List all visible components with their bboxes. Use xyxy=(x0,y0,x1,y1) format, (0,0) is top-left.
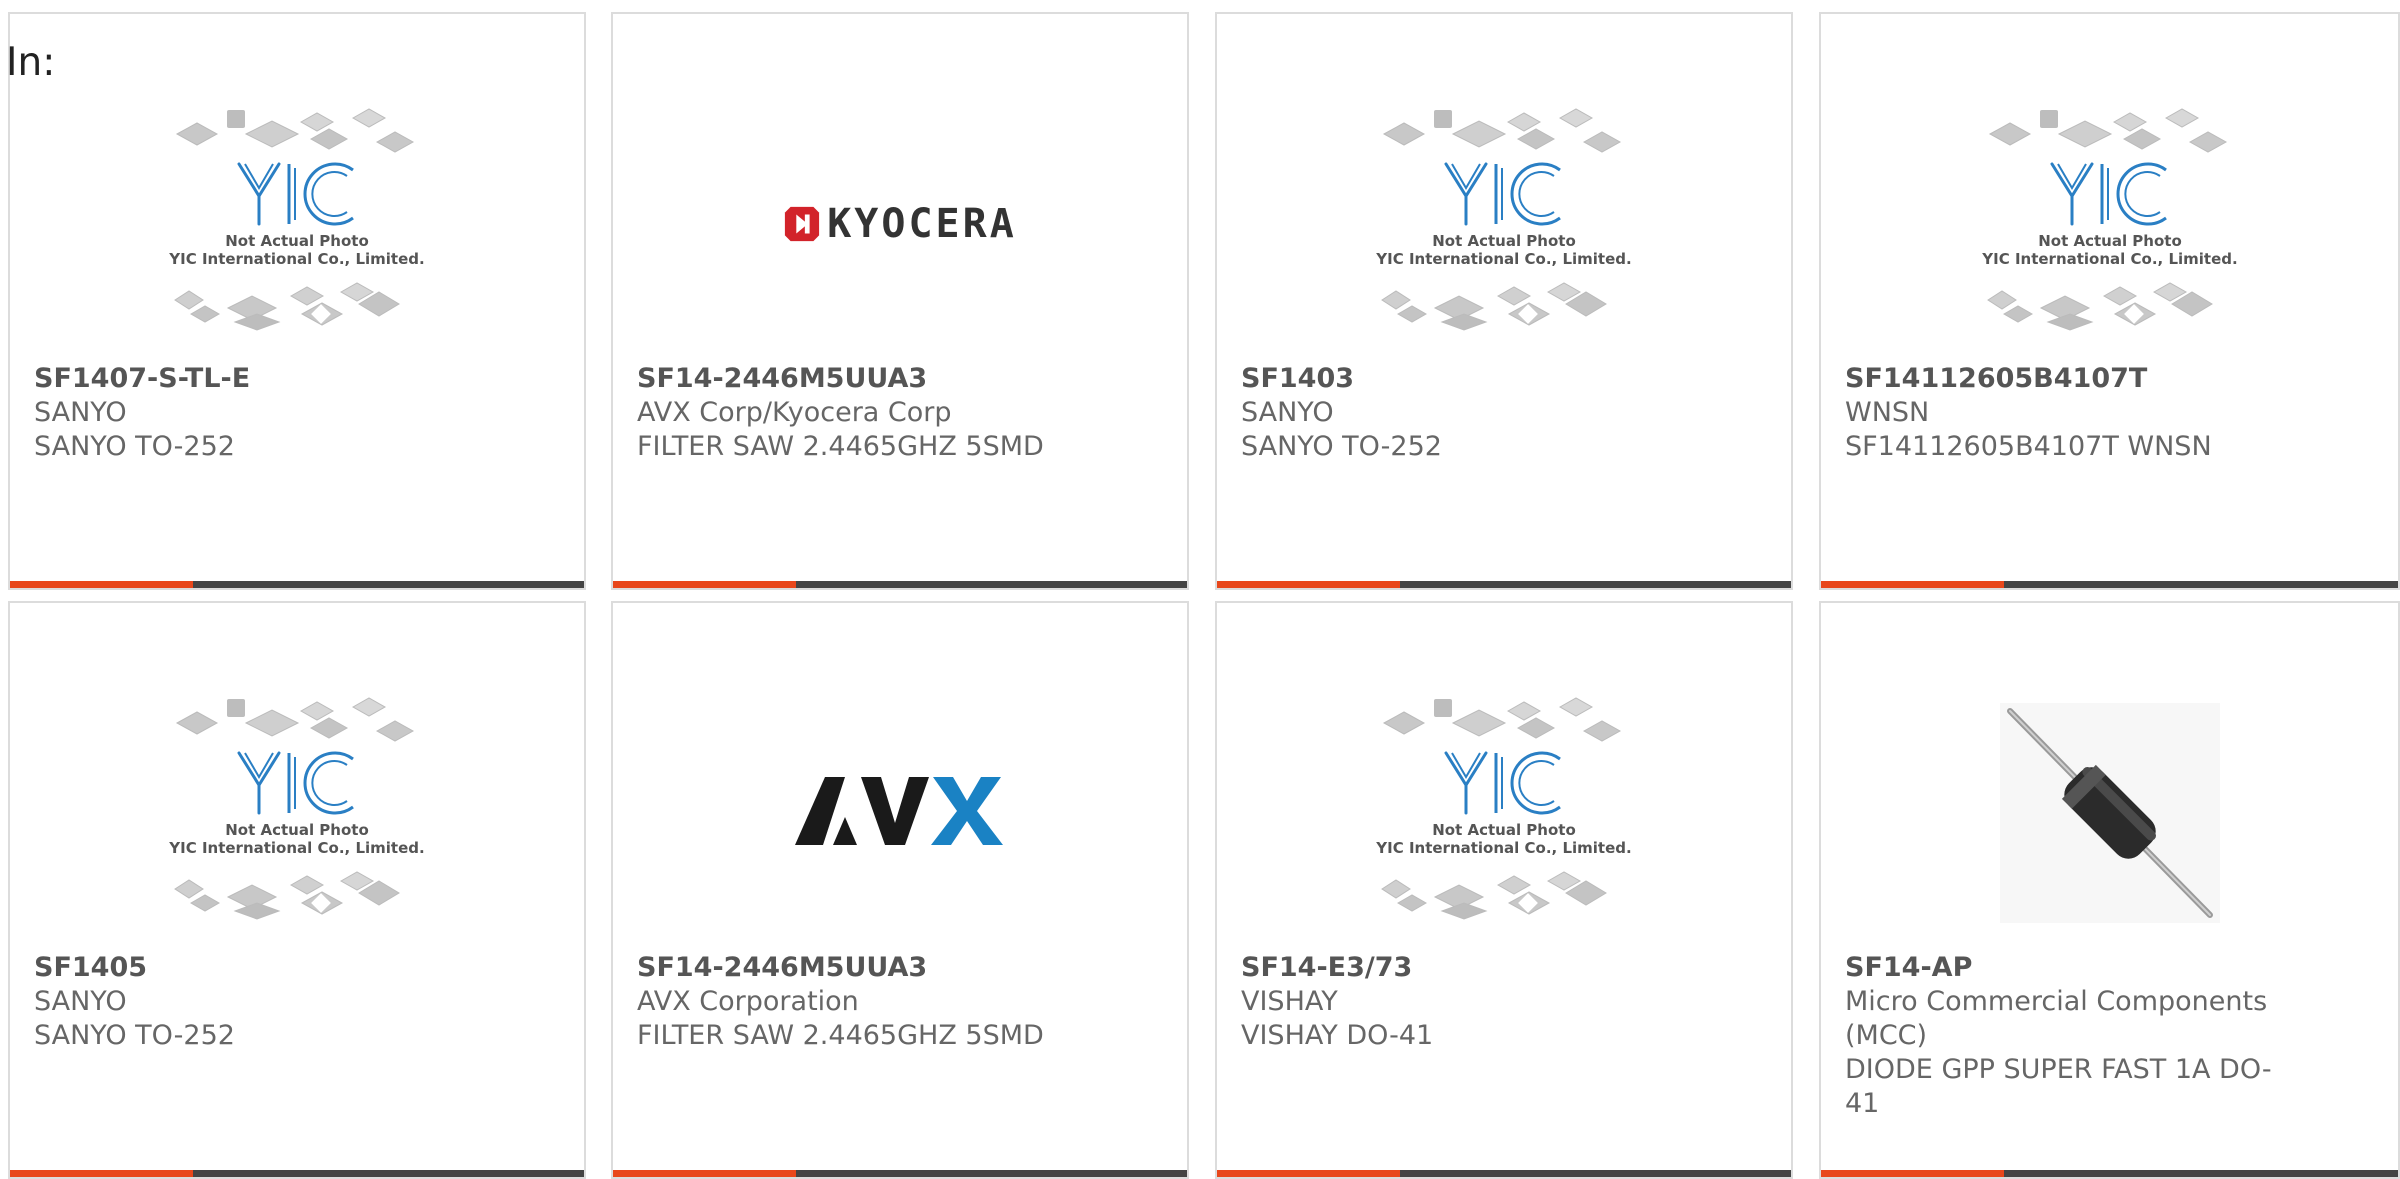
description: SANYO TO-252 xyxy=(1241,431,1442,462)
card-footer-bar xyxy=(1217,581,1791,588)
yic-placeholder-image: Not Actual PhotoYIC International Co., L… xyxy=(1375,108,1632,331)
product-card[interactable]: SF14-AP Micro Commercial Components (MCC… xyxy=(1819,601,2400,1179)
product-image: KYOCERA xyxy=(613,84,1187,364)
product-card[interactable]: KYOCERA SF14-2446M5UUA3 AVX Corp/Kyocera… xyxy=(611,12,1189,590)
svg-text:YIC International Co., Limited: YIC International Co., Limited. xyxy=(1375,250,1631,268)
product-image: Not Actual Photo YIC International Co., L… xyxy=(1217,673,1791,953)
yic-placeholder-image: Not Actual PhotoYIC International Co., L… xyxy=(168,697,425,920)
description: FILTER SAW 2.4465GHZ 5SMD xyxy=(637,431,1044,462)
svg-text:YIC International Co., Limited: YIC International Co., Limited. xyxy=(168,839,424,857)
avx-logo xyxy=(795,777,1003,845)
product-card[interactable]: Not Actual Photo YIC International Co., L… xyxy=(8,601,586,1179)
description: VISHAY DO-41 xyxy=(1241,1020,1434,1051)
manufacturer: AVX Corporation xyxy=(637,986,859,1017)
description: FILTER SAW 2.4465GHZ 5SMD xyxy=(637,1020,1044,1051)
card-footer-bar xyxy=(1217,1170,1791,1177)
manufacturer: Micro Commercial Components (MCC) xyxy=(1845,986,2268,1051)
product-card[interactable]: Not Actual Photo YIC International Co., L… xyxy=(1215,12,1793,590)
manufacturer: SANYO xyxy=(34,397,127,428)
svg-text:Not Actual Photo: Not Actual Photo xyxy=(225,821,369,839)
product-card[interactable]: Not Actual Photo YIC International Co., L… xyxy=(8,12,586,590)
part-number[interactable]: SF14-E3/73 xyxy=(1241,951,1681,985)
part-number[interactable]: SF14-2446M5UUA3 xyxy=(637,951,1077,985)
card-footer-bar xyxy=(10,581,584,588)
description: SANYO TO-252 xyxy=(34,431,235,462)
yic-placeholder-image: Not Actual PhotoYIC International Co., L… xyxy=(1981,108,2237,331)
manufacturer: WNSN xyxy=(1845,397,1930,428)
yic-placeholder-image: Not Actual PhotoYIC International Co., L… xyxy=(1375,697,1632,920)
card-footer-bar xyxy=(613,1170,1187,1177)
product-image: Not Actual Photo YIC International Co., L… xyxy=(1821,84,2398,364)
part-number[interactable]: SF1405 xyxy=(34,951,474,985)
product-image xyxy=(613,673,1187,953)
product-image: Not Actual Photo YIC International Co., L… xyxy=(10,673,584,953)
svg-text:Not Actual Photo: Not Actual Photo xyxy=(1432,232,1576,250)
product-card[interactable]: Not Actual Photo YIC International Co., L… xyxy=(1819,12,2400,590)
part-number[interactable]: SF1407-S-TL-E xyxy=(34,362,474,396)
filter-label: In: xyxy=(6,40,56,85)
kyocera-logo: KYOCERA xyxy=(783,201,1017,247)
manufacturer: SANYO xyxy=(1241,397,1334,428)
card-footer-bar xyxy=(1821,581,2398,588)
card-footer-bar xyxy=(613,581,1187,588)
svg-text:YIC International Co., Limited: YIC International Co., Limited. xyxy=(1981,250,2237,268)
svg-text:YIC International Co., Limited: YIC International Co., Limited. xyxy=(1375,839,1631,857)
description: DIODE GPP SUPER FAST 1A DO-41 xyxy=(1845,1054,2272,1119)
description: SF14112605B4107T WNSN xyxy=(1845,431,2212,462)
svg-text:YIC International Co., Limited: YIC International Co., Limited. xyxy=(168,250,424,268)
svg-text:Not Actual Photo: Not Actual Photo xyxy=(1432,821,1576,839)
product-image: Not Actual Photo YIC International Co., L… xyxy=(1217,84,1791,364)
part-number[interactable]: SF1403 xyxy=(1241,362,1681,396)
manufacturer: AVX Corp/Kyocera Corp xyxy=(637,397,952,428)
part-number[interactable]: SF14112605B4107T xyxy=(1845,362,2285,396)
svg-text:Not Actual Photo: Not Actual Photo xyxy=(225,232,369,250)
product-card[interactable]: SF14-2446M5UUA3 AVX Corporation FILTER S… xyxy=(611,601,1189,1179)
product-card[interactable]: Not Actual Photo YIC International Co., L… xyxy=(1215,601,1793,1179)
yic-placeholder-image: Not Actual PhotoYIC International Co., L… xyxy=(168,108,425,331)
description: SANYO TO-252 xyxy=(34,1020,235,1051)
product-image xyxy=(1821,673,2398,953)
svg-text:Not Actual Photo: Not Actual Photo xyxy=(2038,232,2182,250)
part-number[interactable]: SF14-2446M5UUA3 xyxy=(637,362,1077,396)
product-image: Not Actual Photo YIC International Co., L… xyxy=(10,84,584,364)
part-number[interactable]: SF14-AP xyxy=(1845,951,2285,985)
manufacturer: VISHAY xyxy=(1241,986,1338,1017)
card-footer-bar xyxy=(10,1170,584,1177)
card-footer-bar xyxy=(1821,1170,2398,1177)
diode-photo xyxy=(1999,703,2220,923)
manufacturer: SANYO xyxy=(34,986,127,1017)
